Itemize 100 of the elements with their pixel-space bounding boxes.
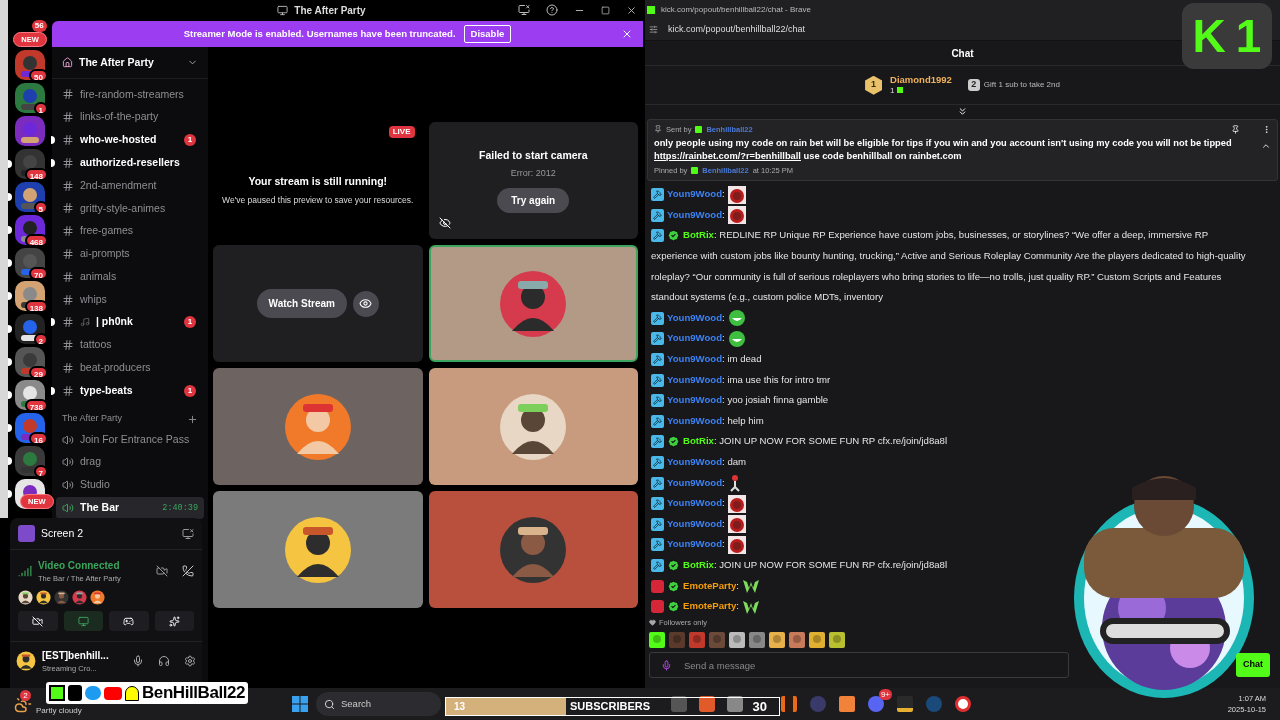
emote-icon <box>742 598 760 615</box>
settings-icon[interactable] <box>184 655 196 668</box>
hammer-icon <box>651 435 664 449</box>
help-icon[interactable] <box>546 4 558 16</box>
browser-title: kick.com/popout/benhillball22/chat - Brave <box>661 3 811 16</box>
eye-plus-icon[interactable] <box>352 290 379 317</box>
hammer-icon <box>651 394 664 408</box>
site-settings-icon[interactable] <box>649 25 658 35</box>
try-again-button[interactable]: Try again <box>497 188 570 214</box>
server-icon <box>62 57 73 68</box>
voice-channel[interactable]: drag <box>56 450 204 474</box>
hash-icon <box>62 88 74 101</box>
rank-badge: 2 <box>967 79 980 92</box>
category-label[interactable]: The After Party <box>62 411 187 426</box>
app-icon[interactable] <box>671 696 687 712</box>
video-tile[interactable] <box>428 491 638 608</box>
voice-channel[interactable]: The Bar 2:40:39 <box>56 496 204 520</box>
channel-item[interactable]: ai-prompts <box>52 242 208 266</box>
hammer-icon <box>651 455 664 469</box>
hammer-icon <box>651 517 664 531</box>
tiktok-icon <box>68 685 82 701</box>
rank-badge: 1 <box>865 75 883 95</box>
kick-icon <box>49 685 65 701</box>
unread-badge: 16 <box>29 432 48 445</box>
pinned-link[interactable]: https://rainbet.com/?r=benhillball <box>654 151 801 162</box>
hash-icon <box>62 111 74 124</box>
video-tile[interactable] <box>428 368 638 485</box>
snapchat-icon <box>125 685 139 701</box>
channel-item[interactable]: | ph0nk 1 <box>52 310 208 334</box>
chat-message: Youn9Wood: <box>651 307 746 329</box>
channel-item[interactable]: tattoos <box>52 333 208 357</box>
channel-item[interactable]: fire-random-streamers <box>52 83 208 106</box>
server-header[interactable]: The After Party <box>52 47 208 79</box>
unread-indicator <box>8 325 12 333</box>
channel-item[interactable]: who-we-hosted 1 <box>52 128 208 152</box>
hammer-icon <box>651 476 664 490</box>
collapse-icon[interactable] <box>957 106 968 118</box>
gift-hint: Gift 1 sub to take 2nd <box>983 79 1060 92</box>
chat-message: Youn9Wood: dam <box>651 452 747 473</box>
emote-icon <box>727 185 746 204</box>
video-tile[interactable] <box>213 368 423 485</box>
close-icon[interactable] <box>621 28 633 40</box>
taskbar-search[interactable]: Search <box>316 692 441 716</box>
chat-message: Youn9Wood: <box>651 472 742 494</box>
app-icon[interactable] <box>897 696 913 712</box>
app-icon[interactable] <box>727 696 743 712</box>
close-icon[interactable] <box>626 4 637 16</box>
channel-item[interactable]: free-games <box>52 219 208 243</box>
app-icon[interactable] <box>699 696 715 712</box>
channel-item[interactable]: authorized-resellers <box>52 151 208 175</box>
channel-item[interactable]: type-beats 1 <box>52 379 208 403</box>
channel-item[interactable]: beat-producers <box>52 356 208 380</box>
unpin-icon[interactable] <box>1231 124 1240 134</box>
hash-icon <box>62 247 74 260</box>
camera-off-icon[interactable] <box>438 217 451 229</box>
soundboard-button[interactable] <box>154 611 194 632</box>
camera-off-button[interactable] <box>18 611 58 632</box>
channel-item[interactable]: 2nd-amendment <box>52 174 208 197</box>
hammer-icon <box>651 558 664 572</box>
channel-item[interactable]: gritty-style-animes <box>52 197 208 220</box>
voice-channel[interactable]: Studio <box>56 473 204 497</box>
channel-item[interactable]: animals <box>52 265 208 289</box>
chat-message: BotRix: REDLINE RP Unique RP Experience have custom jobs, businesses, or storylines? “We offer a deep, immersive RP experience with custom jobs like bounty hunting, trucking,” Active and Serious Roleplay Community Are the players dedicated to high-quality roleplay? “Our community is full of serious roleplayers who bring stories to life—no trolls, just quality RP.” Custom Scripts and Features standout systems (e.g., custom police MDTs, inventory <box>651 228 1247 305</box>
discord-icon[interactable] <box>868 696 884 712</box>
mic-icon[interactable] <box>661 659 672 671</box>
video-tile[interactable] <box>428 245 638 362</box>
unread-badge: 468 <box>24 234 48 247</box>
unread-badge: 738 <box>24 399 48 412</box>
hammer-icon <box>651 208 664 222</box>
chat-title: Chat <box>951 46 974 61</box>
monitor-icon <box>77 615 89 627</box>
disconnect-icon[interactable] <box>182 565 194 578</box>
kick-favicon <box>647 5 655 14</box>
chat-message: Youn9Wood: <box>651 493 746 514</box>
channel-item[interactable]: links-of-the-party <box>52 105 208 129</box>
watch-stream-button[interactable]: Watch Stream <box>256 289 347 318</box>
unread-indicator <box>8 292 12 300</box>
pinned-text: only people using my code on rain bet will be eligible for tips if you win and you account isn't using my code you will not be tipped https://rainbet.com/?r=benhillball use code benhillball on rainbet.com <box>654 137 1233 164</box>
weather-icon[interactable] <box>14 695 32 713</box>
tile-title: Your stream is still running! <box>248 174 388 190</box>
headphones-icon[interactable] <box>158 655 170 668</box>
app-icon[interactable] <box>955 696 971 712</box>
maximize-icon[interactable] <box>601 5 610 15</box>
disable-button[interactable]: Disable <box>463 24 512 44</box>
message-input[interactable]: Send a message <box>649 652 1069 678</box>
more-icon[interactable] <box>1262 124 1271 134</box>
mic-icon[interactable] <box>132 655 144 668</box>
start-icon[interactable] <box>292 696 308 712</box>
gift-count: 1 <box>890 85 952 97</box>
add-channel-icon[interactable] <box>187 414 198 426</box>
address-bar[interactable]: kick.com/popout/benhillball22/chat <box>668 22 806 37</box>
send-chat-button[interactable]: Chat <box>1236 653 1270 677</box>
voice-channel[interactable]: Join For Entrance Pass <box>56 428 204 451</box>
video-tile[interactable] <box>213 491 423 608</box>
screen-share-button[interactable] <box>63 611 103 632</box>
stop-stream-icon[interactable] <box>182 527 194 540</box>
speaker-icon <box>62 501 74 514</box>
activity-button[interactable] <box>109 611 149 632</box>
banner-text: Streamer Mode is enabled. Usernames have been truncated. <box>183 26 456 41</box>
channel-item[interactable]: whips <box>52 288 208 311</box>
